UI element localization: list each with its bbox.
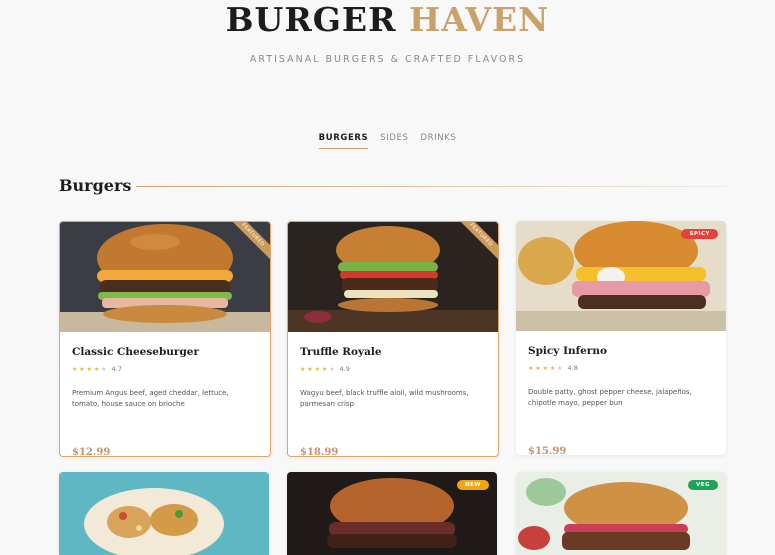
card-image: VEG: [516, 472, 726, 555]
card-title: Classic Cheeseburger: [72, 346, 200, 358]
section-divider: [136, 186, 726, 187]
burger-photo: [288, 222, 498, 332]
rating: ★ ★ ★ ★ ★ 4.7: [72, 365, 258, 373]
rating-value: 4.8: [567, 364, 578, 372]
new-badge: NEW: [457, 480, 489, 490]
card-image: FEATURED: [288, 222, 498, 332]
brand-word-burger: BURGER: [225, 0, 397, 39]
card-description: Wagyu beef, black truffle aioli, wild mu…: [300, 389, 469, 408]
menu-card-new-burger[interactable]: NEW: [287, 472, 497, 555]
rating-value: 4.9: [339, 365, 350, 373]
star-icon: ★ ★ ★ ★ ★: [72, 365, 107, 373]
menu-card-classic-cheeseburger[interactable]: FEATURED Classic Cheeseburger ★ ★ ★ ★ ★ …: [59, 221, 271, 457]
card-image: [59, 472, 269, 555]
menu-card-spicy-inferno[interactable]: SPICY Spicy Inferno ★ ★ ★ ★ ★ 4.8 Double…: [516, 221, 726, 455]
rating: ★ ★ ★ ★ ★ 4.9: [300, 365, 486, 373]
tab-drinks[interactable]: DRINKS: [420, 133, 456, 149]
rating-value: 4.7: [111, 365, 122, 373]
card-description: Premium Angus beef, aged cheddar, lettuc…: [72, 389, 229, 408]
star-icon: ★ ★ ★ ★ ★: [300, 365, 335, 373]
tagline: ARTISANAL BURGERS & CRAFTED FLAVORS: [249, 54, 526, 65]
card-price: $12.99: [72, 447, 111, 457]
card-description: Double patty, ghost pepper cheese, jalap…: [528, 388, 692, 407]
card-title: Truffle Royale: [300, 346, 382, 358]
brand-word-haven: HAVEN: [409, 0, 550, 39]
veg-badge: VEG: [687, 480, 718, 490]
card-image: NEW: [287, 472, 497, 555]
menu-card-veg-burger[interactable]: VEG: [516, 472, 726, 555]
card-image: SPICY: [516, 221, 726, 331]
section-title: Burgers: [59, 176, 132, 195]
menu-card-tacos[interactable]: [59, 472, 269, 555]
menu-card-truffle-royale[interactable]: FEATURED Truffle Royale ★ ★ ★ ★ ★ 4.9 Wa…: [287, 221, 499, 457]
burger-photo: [60, 222, 270, 332]
category-tabs: BURGERS SIDES DRINKS: [0, 133, 775, 149]
tacos-photo: [59, 472, 269, 555]
card-title: Spicy Inferno: [528, 345, 607, 357]
brand-title: BURGER HAVEN: [0, 0, 775, 40]
rating: ★ ★ ★ ★ ★ 4.8: [528, 364, 714, 372]
spicy-badge: SPICY: [681, 229, 718, 239]
card-image: FEATURED: [60, 222, 270, 332]
tab-sides[interactable]: SIDES: [380, 133, 408, 149]
star-icon: ★ ★ ★ ★ ★: [528, 364, 563, 372]
tab-burgers[interactable]: BURGERS: [318, 133, 369, 149]
card-price: $18.99: [300, 447, 339, 457]
card-price: $15.99: [528, 446, 567, 455]
